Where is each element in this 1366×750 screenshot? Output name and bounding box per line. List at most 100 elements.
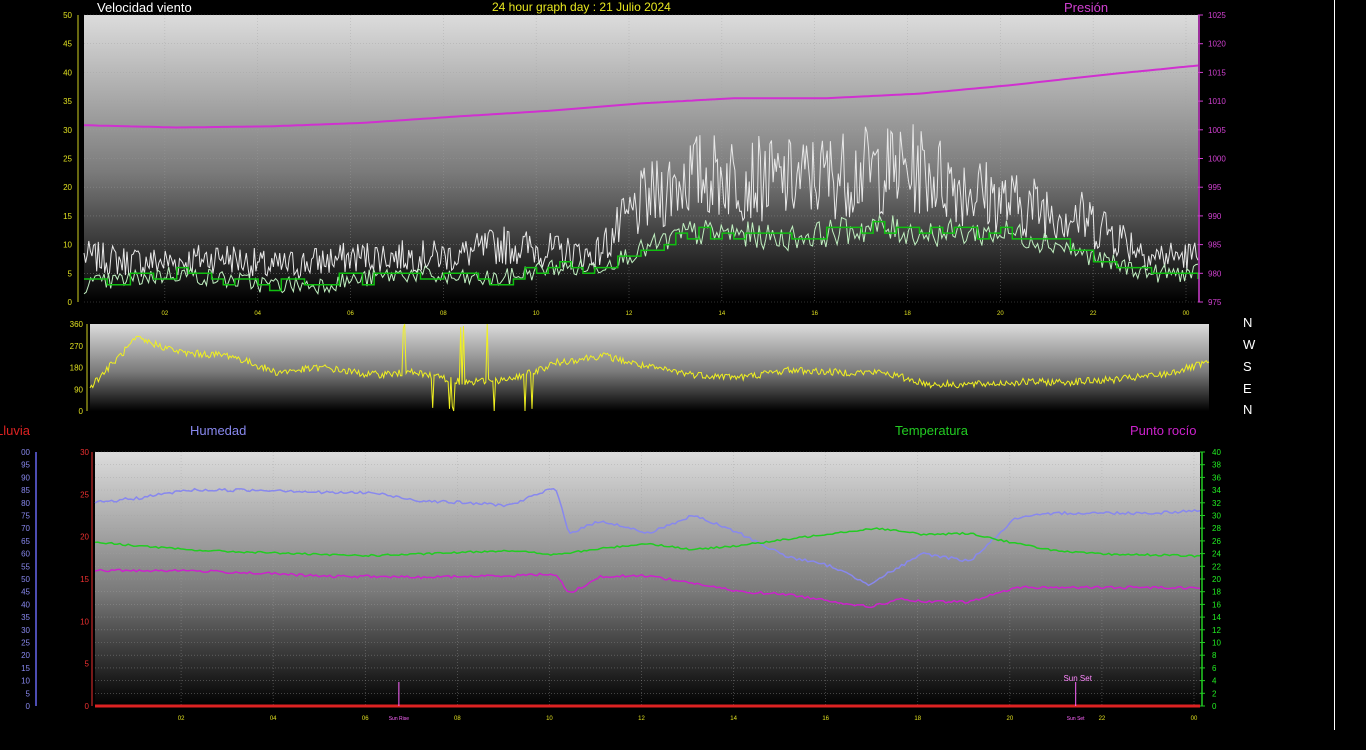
climate-hour-tick-label: 18 — [914, 716, 921, 722]
direction-tick-label: 90 — [74, 385, 83, 394]
wind-panel-background — [84, 15, 1198, 302]
temperature-tick-label: 30 — [1212, 512, 1221, 521]
climate-hour-tick-label: 14 — [730, 716, 737, 722]
wind-hour-tick-label: 22 — [1090, 311, 1097, 317]
humidity-tick-label: 25 — [21, 639, 30, 648]
temperature-tick-label: 26 — [1212, 537, 1221, 546]
temperature-tick-label: 10 — [1212, 639, 1221, 648]
temperature-tick-label: 28 — [1212, 524, 1221, 533]
humidity-tick-label: 40 — [21, 600, 30, 609]
humidity-tick-label: 85 — [21, 486, 30, 495]
dewpoint-tick-label: 20 — [80, 533, 89, 542]
graph-day-title: 24 hour graph day : 21 Julio 2024 — [492, 0, 671, 14]
compass-north-top: N — [1243, 315, 1253, 330]
temperature-tick-label: 24 — [1212, 550, 1221, 559]
compass-south: S — [1243, 359, 1252, 374]
temperature-tick-label: 0 — [1212, 702, 1217, 711]
pressure-title: Presión — [1064, 0, 1109, 15]
humidity-tick-label: 50 — [21, 575, 30, 584]
climate-hour-tick-label: 20 — [1006, 716, 1013, 722]
compass-north-bottom: N — [1243, 402, 1253, 417]
wind-speed-tick-label: 10 — [63, 241, 72, 250]
humidity-tick-label: 0 — [26, 702, 31, 711]
temperature-tick-label: 38 — [1212, 461, 1221, 470]
pressure-tick-label: 1005 — [1208, 126, 1226, 135]
dewpoint-tick-label: 0 — [85, 702, 90, 711]
wind-speed-title: Velocidad viento — [97, 0, 192, 15]
wind-speed-tick-label: 0 — [68, 298, 73, 307]
wind-speed-tick-label: 35 — [63, 97, 72, 106]
right-border-line — [1334, 0, 1335, 730]
climate-hour-tick-label: 22 — [1099, 716, 1106, 722]
pressure-tick-label: 1025 — [1208, 11, 1226, 20]
compass-west: W — [1243, 337, 1256, 352]
compass-east: E — [1243, 381, 1252, 396]
weather-charts: 0510152025303540455097598098599099510001… — [21, 11, 1226, 722]
wind-hour-tick-label: 18 — [904, 311, 911, 317]
climate-hour-tick-label: 10 — [546, 716, 553, 722]
humidity-title: Humedad — [190, 423, 247, 438]
temperature-tick-label: 20 — [1212, 575, 1221, 584]
sun-set-caption: Sun Set — [1063, 674, 1092, 683]
wind-speed-tick-label: 25 — [63, 155, 72, 164]
humidity-tick-label: 60 — [21, 550, 30, 559]
temperature-title: Temperatura — [895, 423, 968, 438]
humidity-tick-label: 15 — [21, 664, 30, 673]
wind-speed-tick-label: 45 — [63, 40, 72, 49]
pressure-tick-label: 1015 — [1208, 68, 1226, 77]
dewpoint-tick-label: 10 — [80, 617, 89, 626]
wind-speed-tick-label: 40 — [63, 68, 72, 77]
temperature-tick-label: 16 — [1212, 600, 1221, 609]
temperature-tick-label: 34 — [1212, 486, 1221, 495]
humidity-tick-label: 35 — [21, 613, 30, 622]
temperature-tick-label: 36 — [1212, 473, 1221, 482]
wind-hour-tick-label: 12 — [626, 311, 633, 317]
weather-graph-page: 0 5 10 15 20 25 30 35 40 45 50 975 980 985 990 995 1000 1… — [0, 0, 1366, 745]
dewpoint-tick-label: 5 — [85, 660, 90, 669]
humidity-tick-label: 00 — [21, 448, 30, 457]
wind-hour-tick-label: 10 — [533, 311, 540, 317]
wind-hour-tick-label: 02 — [161, 311, 168, 317]
humidity-tick-label: 45 — [21, 588, 30, 597]
humidity-tick-label: 75 — [21, 512, 30, 521]
direction-tick-label: 360 — [70, 320, 84, 329]
humidity-tick-label: 10 — [21, 677, 30, 686]
wind-hour-tick-label: 14 — [718, 311, 725, 317]
temperature-tick-label: 40 — [1212, 448, 1221, 457]
humidity-tick-label: 20 — [21, 651, 30, 660]
direction-tick-label: 0 — [79, 407, 84, 416]
wind-hour-tick-label: 00 — [1183, 311, 1190, 317]
wind-speed-tick-label: 15 — [63, 212, 72, 221]
wind-hour-tick-label: 08 — [440, 311, 447, 317]
climate-hour-tick-label: 02 — [178, 716, 185, 722]
wind-hour-tick-label: 16 — [811, 311, 818, 317]
humidity-tick-label: 95 — [21, 461, 30, 470]
humidity-tick-label: 30 — [21, 626, 30, 635]
wind-hour-tick-label: 20 — [997, 311, 1004, 317]
climate-hour-tick-label: 16 — [822, 716, 829, 722]
pressure-tick-label: 985 — [1208, 241, 1222, 250]
pressure-tick-label: 1010 — [1208, 97, 1226, 106]
climate-hour-tick-label: 08 — [454, 716, 461, 722]
temperature-tick-label: 8 — [1212, 651, 1217, 660]
pressure-tick-label: 995 — [1208, 183, 1222, 192]
temperature-tick-label: 6 — [1212, 664, 1217, 673]
climate-hour-tick-label: 04 — [270, 716, 277, 722]
wind-speed-tick-label: 30 — [63, 126, 72, 135]
sun-set-label: Sun Set — [1067, 716, 1085, 722]
direction-panel-background — [90, 324, 1209, 411]
pressure-tick-label: 1020 — [1208, 40, 1226, 49]
humidity-tick-label: 65 — [21, 537, 30, 546]
direction-tick-label: 270 — [70, 342, 84, 351]
temperature-tick-label: 2 — [1212, 689, 1217, 698]
sun-rise-label: Sun Rise — [389, 716, 410, 722]
temperature-tick-label: 22 — [1212, 562, 1221, 571]
climate-hour-tick-label: 00 — [1191, 716, 1198, 722]
temperature-tick-label: 32 — [1212, 499, 1221, 508]
wind-hour-tick-label: 06 — [347, 311, 354, 317]
wind-speed-tick-label: 5 — [68, 269, 73, 278]
direction-tick-label: 180 — [70, 364, 84, 373]
climate-hour-tick-label: 12 — [638, 716, 645, 722]
rain-title: Lluvia — [0, 423, 30, 438]
pressure-tick-label: 990 — [1208, 212, 1222, 221]
